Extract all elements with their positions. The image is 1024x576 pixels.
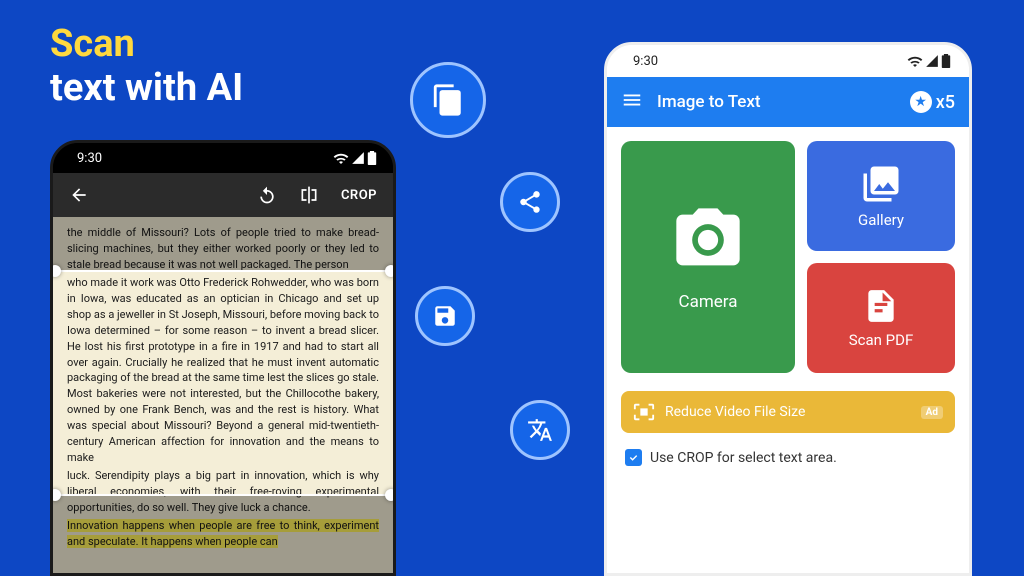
save-button[interactable]: [415, 286, 475, 346]
promo-banner[interactable]: Reduce Video File Size Ad: [621, 391, 955, 433]
crop-edge-bottom[interactable]: [53, 494, 393, 496]
signal-icon: [925, 54, 939, 68]
hero-line-2: text with AI: [50, 66, 243, 110]
crop-action[interactable]: CROP: [341, 188, 377, 203]
camera-icon: [670, 202, 746, 278]
status-bar: 9:30: [607, 45, 969, 77]
scan-pdf-tile[interactable]: Scan PDF: [807, 263, 955, 373]
copy-icon: [431, 83, 465, 117]
rotate-icon: [257, 185, 277, 205]
star-icon: ★: [910, 91, 932, 113]
hero-headline: Scan text with AI: [50, 22, 243, 110]
crop-toolbar: CROP: [53, 173, 393, 217]
promo-text: Reduce Video File Size: [665, 404, 805, 420]
crop-handle-tl[interactable]: [50, 265, 61, 277]
signal-icon: [351, 151, 365, 165]
arrow-left-icon: [69, 185, 89, 205]
pdf-icon: [862, 287, 900, 325]
battery-icon: [941, 54, 951, 68]
hamburger-icon: [621, 89, 643, 111]
compress-icon: [633, 401, 655, 423]
back-button[interactable]: [69, 185, 89, 205]
wifi-icon: [333, 152, 349, 164]
crop-dim-top: [53, 217, 393, 271]
battery-icon: [367, 151, 377, 165]
crop-handle-tr[interactable]: [385, 265, 396, 277]
crop-checkbox-row[interactable]: Use CROP for select text area.: [607, 433, 969, 482]
scanned-page[interactable]: the middle of Missouri? Lots of people t…: [53, 217, 393, 576]
gallery-icon: [860, 163, 902, 205]
translate-button[interactable]: [510, 400, 570, 460]
rotate-button[interactable]: [257, 185, 277, 205]
credits-button[interactable]: ★ x5: [910, 91, 955, 113]
check-icon: [628, 452, 639, 463]
app-phone: 9:30 Image to Text ★ x5 Camera Gallery: [604, 42, 972, 576]
translate-icon: [527, 417, 553, 443]
gallery-label: Gallery: [858, 211, 904, 229]
status-indicators: [333, 151, 377, 165]
status-bar: 9:30: [53, 143, 393, 173]
share-button[interactable]: [500, 172, 560, 232]
scanner-phone: 9:30 CROP the middle of Missouri? Lots o…: [50, 140, 396, 576]
status-time: 9:30: [77, 151, 102, 166]
app-title: Image to Text: [657, 92, 896, 112]
hero-line-1: Scan: [50, 22, 243, 66]
wifi-icon: [907, 55, 923, 67]
checkbox-label: Use CROP for select text area.: [650, 450, 837, 466]
camera-tile[interactable]: Camera: [621, 141, 795, 373]
ad-badge: Ad: [921, 406, 943, 419]
share-icon: [517, 189, 543, 215]
menu-button[interactable]: [621, 89, 643, 115]
mirror-icon: [299, 185, 319, 205]
save-icon: [432, 303, 458, 329]
crop-edge-top[interactable]: [53, 270, 393, 272]
checkbox-checked[interactable]: [625, 449, 642, 466]
copy-button[interactable]: [410, 62, 486, 138]
credits-count: x5: [936, 92, 955, 113]
status-indicators: [907, 54, 951, 68]
gallery-tile[interactable]: Gallery: [807, 141, 955, 251]
app-bar: Image to Text ★ x5: [607, 77, 969, 127]
camera-label: Camera: [679, 292, 738, 312]
mirror-button[interactable]: [299, 185, 319, 205]
status-time: 9:30: [633, 54, 658, 69]
crop-dim-bottom: [53, 495, 393, 576]
scan-pdf-label: Scan PDF: [849, 331, 914, 349]
book-text-mid: who made it work was Otto Frederick Rohw…: [67, 275, 379, 466]
crop-handle-br[interactable]: [385, 489, 396, 501]
